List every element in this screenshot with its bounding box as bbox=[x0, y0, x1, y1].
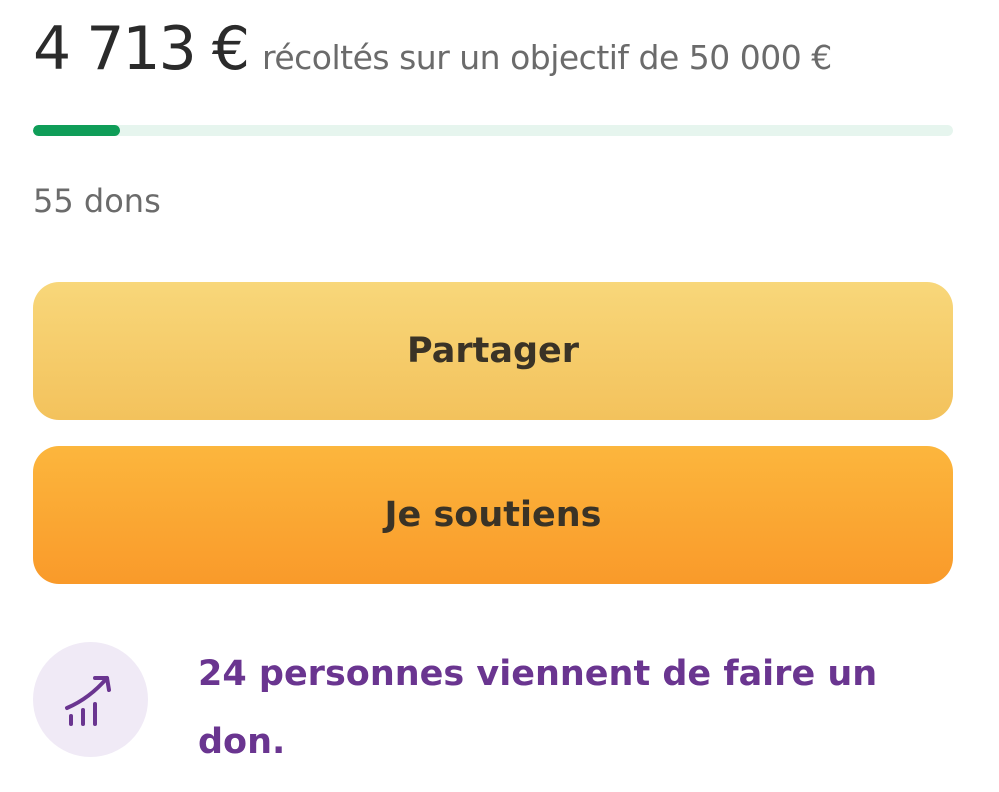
funding-progress-bar bbox=[33, 125, 953, 136]
share-button[interactable]: Partager bbox=[33, 282, 953, 420]
recent-donations-text: 24 personnes viennent de faire un don. bbox=[198, 654, 878, 762]
recent-donations-notice: 24 personnes viennent de faire un don. bbox=[33, 640, 953, 770]
share-button-label: Partager bbox=[407, 331, 579, 371]
funding-progress-fill bbox=[33, 125, 120, 136]
funding-summary: 4 713 € récoltés sur un objectif de 50 0… bbox=[33, 14, 832, 84]
trending-up-chart-icon bbox=[33, 642, 148, 757]
support-button[interactable]: Je soutiens bbox=[33, 446, 953, 584]
donation-count: 55 dons bbox=[33, 182, 161, 220]
goal-text: récoltés sur un objectif de 50 000 € bbox=[262, 38, 832, 77]
support-button-label: Je soutiens bbox=[384, 495, 602, 535]
amount-raised: 4 713 € bbox=[33, 14, 250, 84]
